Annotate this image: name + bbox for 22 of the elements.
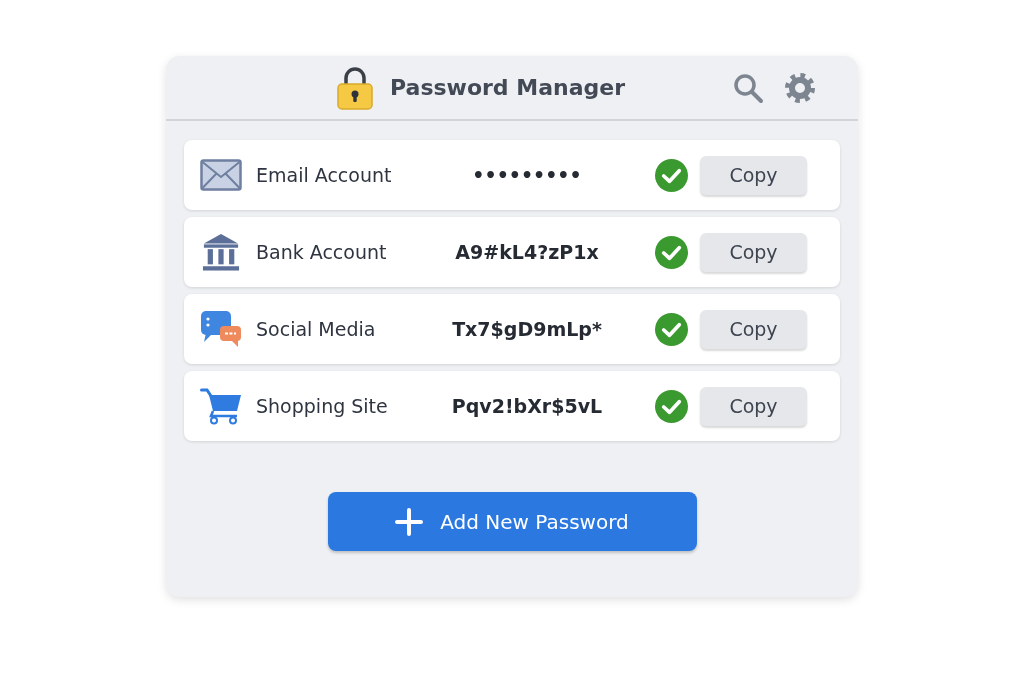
copy-button[interactable]: Copy — [700, 386, 807, 426]
copy-button[interactable]: Copy — [700, 155, 807, 195]
copy-button[interactable]: Copy — [700, 232, 807, 272]
password-text: A9#kL4?zP1x — [454, 241, 600, 263]
envelope-icon — [200, 156, 242, 194]
copy-button[interactable]: Copy — [700, 309, 807, 349]
account-name: Email Account — [256, 164, 393, 186]
settings-icon[interactable] — [784, 71, 816, 104]
password-text: ••••••••• — [471, 164, 583, 186]
chat-bubbles-icon — [200, 310, 242, 348]
shopping-cart-icon — [200, 387, 242, 425]
padlock-icon — [337, 65, 373, 110]
search-icon[interactable] — [732, 71, 764, 104]
account-name: Bank Account — [256, 241, 388, 263]
password-text: Tx7$gD9mLp* — [451, 318, 603, 340]
add-password-button[interactable]: Add New Password — [327, 492, 697, 551]
account-name: Social Media — [256, 318, 377, 340]
password-text: Pqv2!bXr$5vL — [450, 395, 604, 417]
plus-icon — [395, 507, 424, 536]
account-name: Shopping Site — [256, 395, 389, 417]
bank-building-icon — [200, 233, 242, 271]
window-title: Password Manager — [390, 75, 626, 100]
